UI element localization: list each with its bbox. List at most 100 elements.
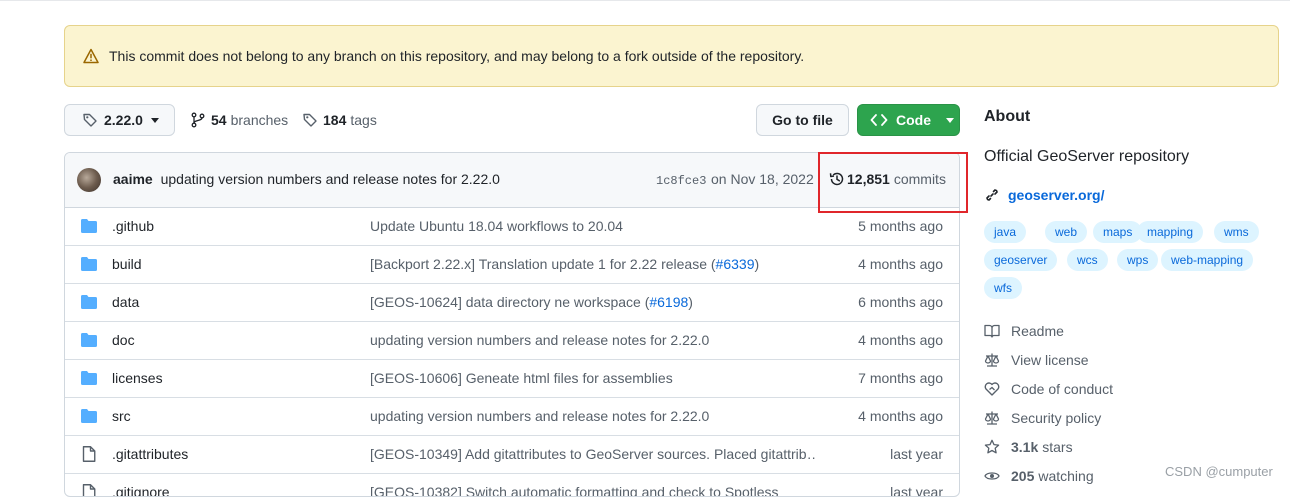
about-title: About bbox=[984, 108, 1031, 125]
file-name[interactable]: src bbox=[112, 408, 131, 424]
topic-tag[interactable]: web bbox=[1045, 221, 1088, 243]
file-age: 4 months ago bbox=[858, 256, 943, 272]
pull-request-link[interactable]: #6339 bbox=[716, 256, 755, 272]
topic-tag[interactable]: wfs bbox=[984, 277, 1022, 299]
code-button[interactable]: Code bbox=[857, 104, 960, 136]
readme-link[interactable]: Readme bbox=[984, 323, 1064, 339]
file-commit-message[interactable]: updating version numbers and release not… bbox=[370, 332, 815, 348]
file-commit-text[interactable]: [GEOS-10382] Switch automatic formatting… bbox=[370, 484, 779, 496]
file-age: last year bbox=[890, 484, 943, 497]
file-row[interactable]: .github Update Ubuntu 18.04 workflows to … bbox=[65, 208, 959, 245]
law-icon bbox=[984, 411, 1000, 425]
topic-tag[interactable]: wms bbox=[1214, 221, 1259, 243]
file-icon bbox=[82, 484, 96, 496]
go-to-file-button[interactable]: Go to file bbox=[756, 104, 849, 136]
website-link-text[interactable]: geoserver.org/ bbox=[1008, 187, 1105, 203]
eye-icon bbox=[984, 472, 1000, 480]
commit-sha[interactable]: 1c8fce3 bbox=[656, 174, 706, 188]
file-row[interactable]: .gitignore [GEOS-10382] Switch automatic … bbox=[65, 473, 959, 497]
topic-tag[interactable]: java bbox=[984, 221, 1027, 243]
stars-link[interactable]: 3.1k stars bbox=[984, 439, 1073, 455]
website-link[interactable]: geoserver.org/ bbox=[984, 187, 1105, 203]
file-commit-message[interactable]: Update Ubuntu 18.04 workflows to 20.04 bbox=[370, 218, 815, 234]
file-commit-text-tail[interactable]: ) bbox=[754, 256, 759, 272]
tags-label: tags bbox=[350, 112, 377, 128]
file-commit-text[interactable]: updating version numbers and release not… bbox=[370, 408, 709, 424]
license-link[interactable]: View license bbox=[984, 352, 1089, 368]
file-icon bbox=[82, 446, 96, 465]
topic-tag[interactable]: geoserver bbox=[984, 249, 1058, 271]
file-row[interactable]: doc updating version numbers and release … bbox=[65, 321, 959, 359]
file-name[interactable]: .gitignore bbox=[112, 484, 170, 496]
code-label: Code bbox=[896, 112, 931, 128]
tags-count: 184 bbox=[323, 112, 347, 128]
about-description: Official GeoServer repository bbox=[984, 148, 1190, 165]
readme-label: Readme bbox=[1011, 323, 1064, 339]
file-row[interactable]: .gitattributes [GEOS-10349] Add gitattrib… bbox=[65, 435, 959, 473]
branch-selector-button[interactable]: 2.22.0 bbox=[64, 104, 175, 136]
folder-icon bbox=[81, 295, 97, 312]
code-of-conduct-link[interactable]: Code of conduct bbox=[984, 381, 1113, 397]
file-name[interactable]: licenses bbox=[112, 370, 163, 386]
file-age: 4 months ago bbox=[858, 332, 943, 348]
stars-count: 3.1k bbox=[1011, 439, 1039, 455]
tag-icon bbox=[303, 113, 317, 127]
file-age: 7 months ago bbox=[858, 370, 943, 386]
file-commit-message[interactable]: [GEOS-10349] Add gitattributes to GeoSer… bbox=[370, 446, 815, 462]
book-icon bbox=[984, 324, 1000, 338]
tag-icon bbox=[83, 113, 97, 127]
topic-tag[interactable]: wps bbox=[1117, 249, 1159, 271]
watching-link[interactable]: 205 watching bbox=[984, 468, 1094, 484]
folder-icon bbox=[81, 371, 97, 388]
watching-count: 205 bbox=[1011, 468, 1035, 484]
caret-down-icon bbox=[150, 117, 159, 123]
star-icon bbox=[984, 439, 1000, 454]
file-name[interactable]: .github bbox=[112, 218, 154, 234]
security-policy-label: Security policy bbox=[1011, 410, 1102, 426]
file-commit-message[interactable]: updating version numbers and release not… bbox=[370, 408, 815, 424]
file-commit-message[interactable]: [GEOS-10624] data directory ne workspace… bbox=[370, 294, 815, 310]
file-name[interactable]: doc bbox=[112, 332, 135, 348]
file-commit-text[interactable]: [Backport 2.22.x] Translation update 1 f… bbox=[370, 256, 716, 272]
commit-message[interactable]: aaime updating version numbers and relea… bbox=[113, 171, 500, 187]
license-label: View license bbox=[1011, 352, 1089, 368]
caret-down-icon bbox=[946, 117, 954, 123]
file-commit-text[interactable]: updating version numbers and release not… bbox=[370, 332, 709, 348]
file-commit-text[interactable]: [GEOS-10349] Add gitattributes to GeoSer… bbox=[370, 446, 815, 462]
file-commit-text[interactable]: Update Ubuntu 18.04 workflows to 20.04 bbox=[370, 218, 623, 234]
file-name[interactable]: data bbox=[112, 294, 139, 310]
file-name[interactable]: .gitattributes bbox=[112, 446, 188, 462]
file-row[interactable]: data [GEOS-10624] data directory ne works… bbox=[65, 283, 959, 321]
top-divider bbox=[0, 0, 1290, 1]
branches-link[interactable]: 54 branches bbox=[191, 104, 288, 136]
file-row[interactable]: build [Backport 2.22.x] Translation updat… bbox=[65, 245, 959, 283]
topic-tag[interactable]: mapping bbox=[1137, 221, 1204, 243]
commit-date: on Nov 18, 2022 bbox=[711, 171, 814, 187]
file-commit-text[interactable]: [GEOS-10624] data directory ne workspace… bbox=[370, 294, 649, 310]
topic-tag[interactable]: maps bbox=[1093, 221, 1143, 243]
file-commit-text-tail[interactable]: ) bbox=[688, 294, 693, 310]
file-commit-message[interactable]: [GEOS-10606] Geneate html files for asse… bbox=[370, 370, 815, 386]
avatar[interactable] bbox=[77, 168, 101, 192]
topic-tag[interactable]: web-mapping bbox=[1161, 249, 1254, 271]
git-branch-icon bbox=[191, 112, 205, 128]
file-commit-message[interactable]: [GEOS-10382] Switch automatic formatting… bbox=[370, 484, 815, 496]
code-icon bbox=[870, 114, 888, 126]
commit-author[interactable]: aaime bbox=[113, 171, 153, 187]
go-to-file-label: Go to file bbox=[772, 112, 833, 128]
watermark: CSDN @cumputer bbox=[1165, 464, 1273, 479]
tags-link[interactable]: 184 tags bbox=[302, 104, 377, 136]
branches-count: 54 bbox=[211, 112, 227, 128]
pull-request-link[interactable]: #6198 bbox=[649, 294, 688, 310]
file-row[interactable]: licenses [GEOS-10606] Geneate html files … bbox=[65, 359, 959, 397]
file-commit-message[interactable]: [Backport 2.22.x] Translation update 1 f… bbox=[370, 256, 815, 272]
file-name[interactable]: build bbox=[112, 256, 142, 272]
file-commit-text[interactable]: [GEOS-10606] Geneate html files for asse… bbox=[370, 370, 673, 386]
file-row[interactable]: src updating version numbers and release … bbox=[65, 397, 959, 435]
topic-tag[interactable]: wcs bbox=[1067, 249, 1108, 271]
security-policy-link[interactable]: Security policy bbox=[984, 410, 1101, 426]
file-age: 6 months ago bbox=[858, 294, 943, 310]
commit-message-text[interactable]: updating version numbers and release not… bbox=[161, 171, 500, 187]
folder-icon bbox=[81, 257, 97, 274]
fork-warning-banner: This commit does not belong to any branc… bbox=[64, 25, 1279, 87]
